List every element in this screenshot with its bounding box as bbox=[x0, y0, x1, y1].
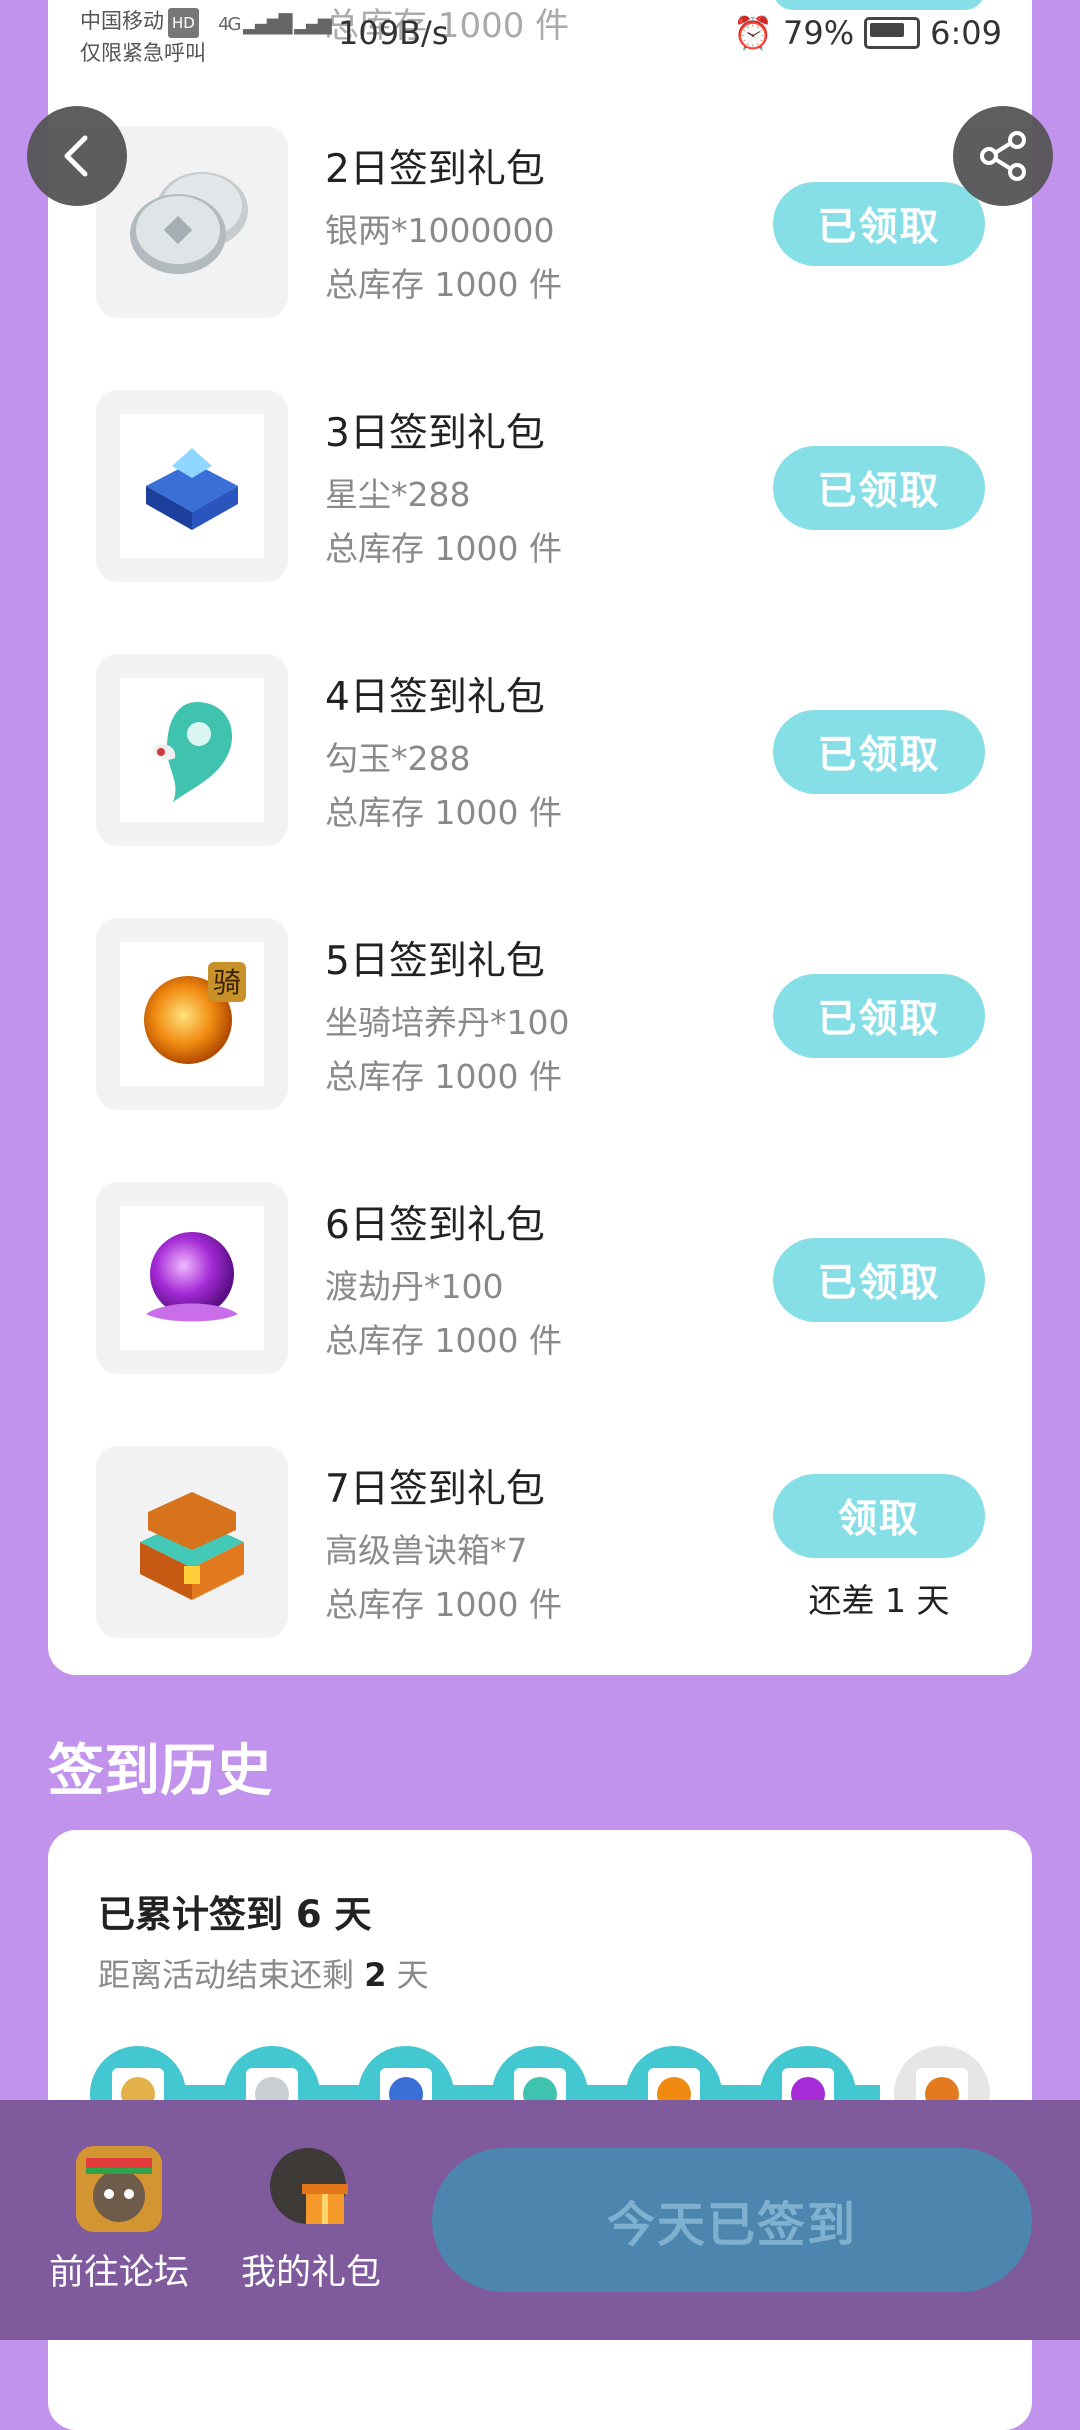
gift-stock: 总库存 1000 件 bbox=[325, 793, 562, 832]
alarm-icon: ⏰ bbox=[733, 14, 774, 52]
gift-description: 高级兽诀箱*7 bbox=[325, 1531, 528, 1570]
gift-row-day7: 7日签到礼包 高级兽诀箱*7 总库存 1000 件 领取 还差 1 天 bbox=[48, 1446, 1032, 1646]
forum-nav[interactable]: 前往论坛 bbox=[34, 2146, 204, 2295]
carrier-name: 中国移动 bbox=[80, 9, 164, 33]
gift-thumbnail bbox=[96, 654, 288, 846]
share-icon bbox=[980, 131, 1026, 181]
activity-countdown: 距离活动结束还剩 2 天 bbox=[98, 1950, 429, 1996]
gift-stock: 总库存 1000 件 bbox=[325, 1321, 562, 1360]
treasure-chest-icon bbox=[140, 1492, 244, 1600]
claimed-button[interactable]: 已领取 bbox=[773, 182, 985, 266]
stardust-chest-icon bbox=[146, 448, 238, 530]
forum-label: 前往论坛 bbox=[48, 2253, 189, 2293]
emergency-only-text: 仅限紧急呼叫 bbox=[80, 41, 206, 65]
signal-icon: 4G ▂▄▆█ ▂▄▆ bbox=[218, 14, 332, 35]
gift-title: 4日签到礼包 bbox=[325, 675, 545, 720]
days-remaining-text: 还差 1 天 bbox=[808, 1581, 950, 1620]
chevron-left-icon bbox=[64, 135, 88, 177]
gift-thumbnail bbox=[96, 390, 288, 582]
gift-row-day5: 骑 5日签到礼包 坐骑培养丹*100 总库存 1000 件 已领取 bbox=[48, 918, 1032, 1118]
gift-description: 银两*1000000 bbox=[325, 211, 555, 250]
gift-stock: 总库存 1000 件 bbox=[325, 529, 562, 568]
gift-stock: 总库存 1000 件 bbox=[325, 1057, 562, 1096]
back-button[interactable] bbox=[27, 106, 127, 206]
gift-description: 勾玉*288 bbox=[325, 739, 471, 778]
status-right: ⏰ 79% 6:09 bbox=[733, 14, 1002, 52]
forum-game-icon bbox=[76, 2146, 162, 2232]
mount-badge: 骑 bbox=[213, 966, 241, 999]
claimed-button[interactable]: 已领取 bbox=[773, 974, 985, 1058]
gift-thumbnail bbox=[96, 1182, 288, 1374]
claimed-button[interactable]: 已领取 bbox=[773, 1238, 985, 1322]
gift-box-icon bbox=[268, 2146, 354, 2232]
mount-pill-icon: 骑 bbox=[144, 962, 246, 1064]
checked-in-button[interactable]: 今天已签到 bbox=[432, 2148, 1032, 2292]
gift-row-day4: 4日签到礼包 勾玉*288 总库存 1000 件 已领取 bbox=[48, 654, 1032, 854]
gift-title: 6日签到礼包 bbox=[325, 1203, 545, 1248]
gift-title: 7日签到礼包 bbox=[325, 1467, 545, 1512]
my-gifts-label: 我的礼包 bbox=[240, 2253, 381, 2293]
cumulative-checkin-text: 已累计签到 6 天 bbox=[98, 1893, 372, 1936]
countdown-prefix: 距离活动结束还剩 bbox=[98, 1956, 355, 1994]
bottom-action-bar: 前往论坛 我的礼包 今天已签到 bbox=[0, 2100, 1080, 2340]
gift-stock: 总库存 1000 件 bbox=[325, 265, 562, 304]
gift-thumbnail bbox=[96, 1446, 288, 1638]
carrier-info: 中国移动 HD 仅限紧急呼叫 bbox=[80, 6, 206, 68]
claim-button[interactable]: 领取 bbox=[773, 1474, 985, 1558]
gift-row-day6: 6日签到礼包 渡劫丹*100 总库存 1000 件 已领取 bbox=[48, 1182, 1032, 1382]
gift-title: 5日签到礼包 bbox=[325, 939, 545, 984]
magatama-icon bbox=[153, 702, 233, 802]
battery-percent: 79% bbox=[783, 14, 855, 52]
share-button[interactable] bbox=[953, 106, 1053, 206]
gift-thumbnail: 骑 bbox=[96, 918, 288, 1110]
gift-description: 渡劫丹*100 bbox=[325, 1267, 504, 1306]
gift-description: 坐骑培养丹*100 bbox=[325, 1003, 570, 1042]
claimed-button[interactable]: 已领取 bbox=[773, 710, 985, 794]
gift-row-day2: 2日签到礼包 银两*1000000 总库存 1000 件 已领取 bbox=[48, 126, 1032, 326]
gift-title: 2日签到礼包 bbox=[325, 147, 545, 192]
tribulation-pill-icon bbox=[146, 1232, 238, 1322]
gift-title: 3日签到礼包 bbox=[325, 411, 545, 456]
gift-row-day3: 3日签到礼包 星尘*288 总库存 1000 件 已领取 bbox=[48, 390, 1032, 590]
claimed-button[interactable]: 已领取 bbox=[773, 446, 985, 530]
network-speed: 109B/s bbox=[338, 14, 449, 52]
history-section-title: 签到历史 bbox=[48, 1739, 272, 1804]
gift-description: 星尘*288 bbox=[325, 475, 471, 514]
my-gifts-nav[interactable]: 我的礼包 bbox=[226, 2146, 396, 2295]
countdown-days: 2 bbox=[364, 1956, 387, 1994]
battery-icon bbox=[864, 17, 921, 49]
silver-coins-icon bbox=[130, 172, 248, 274]
status-bar: 中国移动 HD 仅限紧急呼叫 4G ▂▄▆█ ▂▄▆ 109B/s ⏰ 79% 6… bbox=[0, 0, 1080, 70]
countdown-suffix: 天 bbox=[396, 1956, 429, 1994]
hd-badge: HD bbox=[168, 8, 199, 38]
gift-stock: 总库存 1000 件 bbox=[325, 1585, 562, 1624]
clock: 6:09 bbox=[930, 14, 1002, 52]
